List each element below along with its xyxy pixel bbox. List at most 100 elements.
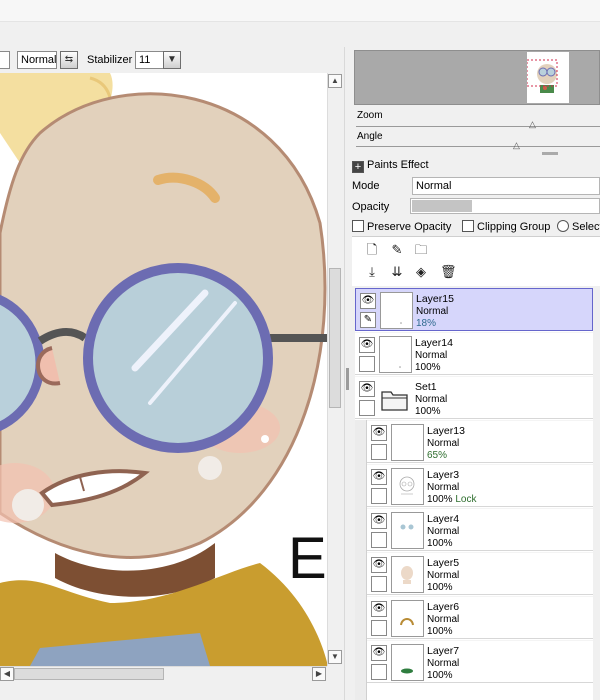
layer-name: Layer4 <box>427 513 460 525</box>
layer-row[interactable]: 👁 Layer5 Normal 100% <box>367 552 593 595</box>
layer-opacity: 65% <box>427 450 448 461</box>
layer-lock-toggle[interactable] <box>371 444 387 460</box>
pen-icon[interactable]: ✎ <box>360 312 376 328</box>
layer-mode: Normal <box>416 306 449 317</box>
layer-name: Layer5 <box>427 557 460 569</box>
layer-mode: Normal <box>427 438 460 449</box>
scroll-left-icon[interactable]: ◀ <box>0 667 14 681</box>
layer-lock-toggle[interactable] <box>371 532 387 548</box>
status-area <box>0 682 345 700</box>
clipping-group-option[interactable]: Clipping Group <box>462 220 550 233</box>
eye-icon[interactable]: 👁 <box>371 557 387 573</box>
splitter-grip-icon[interactable] <box>346 368 349 390</box>
layers-list: 👁 ✎ Layer15 Normal 18% 👁 Layer14 Normal 100% 👁 S… <box>355 288 600 700</box>
preserve-opacity-checkbox[interactable] <box>352 220 364 232</box>
layer-thumbnail <box>379 380 412 417</box>
merge-down-icon[interactable]: ⇊ <box>390 264 404 280</box>
opacity-label: Opacity <box>352 201 390 213</box>
layer-lock-label: Lock <box>455 494 477 505</box>
eye-icon[interactable]: 👁 <box>371 425 387 441</box>
layer-opacity-line: 100% <box>427 670 453 681</box>
eye-icon[interactable]: 👁 <box>371 469 387 485</box>
layer-lock-toggle[interactable] <box>371 576 387 592</box>
zoom-slider[interactable] <box>356 126 600 127</box>
layer-opacity: 100% <box>427 494 453 505</box>
layer-row[interactable]: 👁 ✎ Layer15 Normal 18% <box>355 288 593 331</box>
opacity-slider[interactable] <box>410 198 600 214</box>
layer-lock-toggle[interactable] <box>371 488 387 504</box>
layer-opacity: 100% <box>427 582 453 593</box>
scroll-up-icon[interactable]: ▲ <box>328 74 342 88</box>
layer-row[interactable]: 👁 Layer14 Normal 100% <box>355 332 593 375</box>
layer-name: Layer3 <box>427 469 460 481</box>
vertical-scroll-thumb[interactable] <box>329 268 341 408</box>
mode-label: Mode <box>352 180 380 192</box>
zoom-slider-knob-icon[interactable]: △ <box>529 119 536 130</box>
layer-name: Layer7 <box>427 645 460 657</box>
toolbar-prev-box[interactable] <box>0 51 10 69</box>
layers-scrollbar[interactable] <box>593 288 600 700</box>
layer-mode: Normal <box>427 526 460 537</box>
layer-row[interactable]: 👁 Layer6 Normal 100% <box>367 596 593 639</box>
layer-opacity-line: 18% <box>416 318 436 329</box>
drawing-canvas[interactable]: E <box>0 73 328 666</box>
eye-icon[interactable]: 👁 <box>359 381 375 397</box>
eye-icon[interactable]: 👁 <box>360 293 376 309</box>
layer-opacity-line: 100% <box>427 626 453 637</box>
selection-source-option[interactable]: Select <box>557 220 600 233</box>
layer-row[interactable]: 👁 Layer13 Normal 65% <box>367 420 593 463</box>
layer-thumbnail <box>391 600 424 637</box>
chevron-down-icon[interactable]: ▼ <box>163 51 181 69</box>
layer-thumbnail <box>391 556 424 593</box>
layer-lock-toggle[interactable] <box>371 664 387 680</box>
layer-row[interactable]: 👁 Layer7 Normal 100% <box>367 640 593 683</box>
glasses-lens-right <box>83 263 273 453</box>
layer-mode: Normal <box>427 614 460 625</box>
clipping-group-checkbox[interactable] <box>462 220 474 232</box>
eye-icon[interactable]: 👁 <box>371 601 387 617</box>
transfer-down-icon[interactable]: ⤓ <box>365 264 379 280</box>
selection-source-radio[interactable] <box>557 220 569 232</box>
layer-opacity: 100% <box>427 670 453 681</box>
layer-mode: Normal <box>427 482 460 493</box>
delete-layer-icon[interactable]: 🗑 <box>440 264 457 280</box>
layer-row[interactable]: 👁 Layer3 Normal 100% Lock <box>367 464 593 507</box>
angle-slider[interactable] <box>356 146 600 147</box>
eye-icon[interactable]: 👁 <box>359 337 375 353</box>
angle-label: Angle <box>357 131 383 142</box>
layer-mode: Normal <box>427 570 460 581</box>
canvas-lettering: E <box>288 526 327 591</box>
horizontal-scroll-thumb[interactable] <box>14 668 164 680</box>
window-top-strip <box>0 0 600 22</box>
layer-lock-toggle[interactable] <box>359 400 375 416</box>
layer-name: Layer15 <box>416 293 454 305</box>
layer-lock-toggle[interactable] <box>359 356 375 372</box>
artwork-illustration: E <box>0 73 328 666</box>
new-linework-layer-icon[interactable]: ✎ <box>390 242 404 258</box>
paints-effect-header[interactable]: + Paints Effect <box>352 159 429 173</box>
clear-layer-icon[interactable]: ◈ <box>414 264 428 280</box>
layer-mode-select[interactable]: Normal <box>412 177 600 195</box>
preserve-opacity-option[interactable]: Preserve Opacity <box>352 220 451 233</box>
eye-icon[interactable]: 👁 <box>371 645 387 661</box>
new-folder-icon[interactable]: 🗀 <box>414 242 428 258</box>
blend-mode-select[interactable]: Normal <box>17 51 57 69</box>
new-layer-icon[interactable]: 🗋 <box>365 242 379 258</box>
swap-icon[interactable]: ⇆ <box>60 51 78 69</box>
scroll-down-icon[interactable]: ▼ <box>328 650 342 664</box>
layer-row[interactable]: 👁 Set1 Normal 100% <box>355 376 593 419</box>
layer-opacity-line: 100% <box>415 406 441 417</box>
layer-lock-toggle[interactable] <box>371 620 387 636</box>
expand-plus-icon[interactable]: + <box>352 161 364 173</box>
layer-opacity-line: 100% <box>427 538 453 549</box>
angle-slider-knob-icon[interactable]: △ <box>513 140 520 151</box>
layer-opacity-line: 100% <box>415 362 441 373</box>
layer-row[interactable]: 👁 Layer4 Normal 100% <box>367 508 593 551</box>
eye-icon[interactable]: 👁 <box>371 513 387 529</box>
layer-thumbnail <box>380 292 413 329</box>
scroll-right-icon[interactable]: ▶ <box>312 667 326 681</box>
layer-opacity: 100% <box>415 362 441 373</box>
panel-grip-icon[interactable] <box>542 152 558 155</box>
layer-thumbnail <box>391 468 424 505</box>
layer-name: Layer14 <box>415 337 453 349</box>
